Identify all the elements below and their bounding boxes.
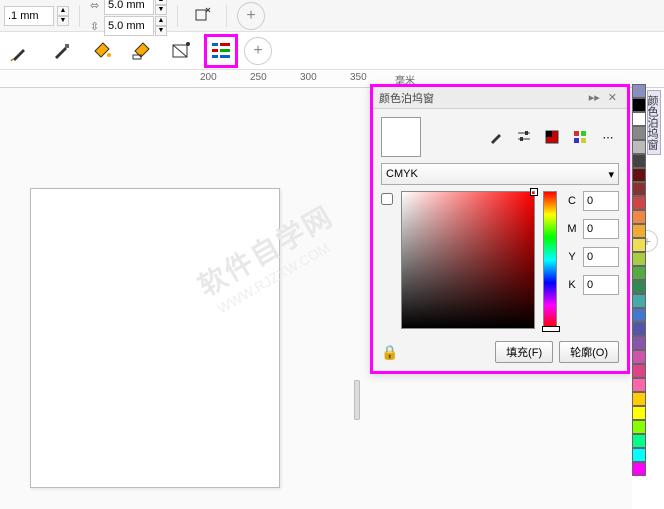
palette-swatch[interactable] (632, 392, 646, 406)
current-color-swatch[interactable] (381, 117, 421, 157)
docker-close-icon[interactable]: ✕ (604, 91, 621, 104)
palette-swatch[interactable] (632, 112, 646, 126)
color-docker-window: 颜色泊坞窗 ▸▸ ✕ ⋯ CMYK ▾ C M Y K 🔒 (370, 84, 630, 374)
palette-swatch[interactable] (632, 252, 646, 266)
color-model-label: CMYK (386, 168, 418, 180)
sv-picker[interactable] (401, 191, 535, 329)
width-icon: ⬄ (90, 0, 102, 12)
sv-handle[interactable] (531, 189, 537, 195)
palette-swatch[interactable] (632, 434, 646, 448)
ruler-tick: 200 (200, 72, 217, 83)
color-model-select[interactable]: CMYK ▾ (381, 163, 619, 185)
separator (79, 5, 80, 27)
interactive-fill-button[interactable] (164, 34, 198, 68)
palette-swatch[interactable] (632, 154, 646, 168)
y-label: Y (565, 251, 579, 263)
palette-swatch[interactable] (632, 378, 646, 392)
eyedropper-fill-button[interactable] (4, 34, 38, 68)
palette-swatch[interactable] (632, 224, 646, 238)
palette-swatch[interactable] (632, 210, 646, 224)
crop-tool-button[interactable] (188, 3, 216, 29)
palette-swatch[interactable] (632, 308, 646, 322)
w-dn[interactable]: ▼ (155, 5, 167, 15)
paintbucket2-button[interactable] (124, 34, 158, 68)
y-input[interactable] (583, 247, 619, 267)
hue-slider[interactable] (543, 191, 557, 329)
splitter-handle[interactable] (354, 380, 360, 420)
color-viewer-icon[interactable] (541, 126, 563, 148)
palette-swatch[interactable] (632, 336, 646, 350)
c-input[interactable] (583, 191, 619, 211)
ruler-tick: 250 (250, 72, 267, 83)
palette-swatch[interactable] (632, 364, 646, 378)
ruler-tick: 350 (350, 72, 367, 83)
k-label: K (565, 279, 579, 291)
palette-swatch[interactable] (632, 266, 646, 280)
docker-title: 颜色泊坞窗 (379, 90, 434, 106)
palette-swatch[interactable] (632, 238, 646, 252)
palette-swatch[interactable] (632, 98, 646, 112)
palette-swatch[interactable] (632, 350, 646, 364)
m-input[interactable] (583, 219, 619, 239)
palette-swatch[interactable] (632, 406, 646, 420)
hue-handle[interactable] (542, 326, 560, 332)
palette-swatch[interactable] (632, 462, 646, 476)
more-options-icon[interactable]: ⋯ (597, 126, 619, 148)
paintbucket1-button[interactable] (84, 34, 118, 68)
separator (226, 5, 227, 27)
separator (177, 5, 178, 27)
palette-swatch[interactable] (632, 84, 646, 98)
outline-down[interactable]: ▼ (57, 16, 69, 26)
palette-swatch[interactable] (632, 126, 646, 140)
palette-swatch[interactable] (632, 196, 646, 210)
palette-swatch[interactable] (632, 140, 646, 154)
eyedropper-icon[interactable] (485, 126, 507, 148)
height-icon: ⇳ (90, 20, 102, 33)
color-docker-tab[interactable]: 颜色泊坞窗 (647, 90, 661, 155)
outline-button[interactable]: 轮廓(O) (559, 341, 619, 363)
sliders-icon[interactable] (513, 126, 535, 148)
palette-swatch[interactable] (632, 182, 646, 196)
lock-icon[interactable]: 🔒 (381, 344, 398, 361)
palette-swatch[interactable] (632, 294, 646, 308)
add-button[interactable]: + (237, 2, 265, 30)
add-tool-button[interactable]: + (244, 37, 272, 65)
palette-swatch[interactable] (632, 420, 646, 434)
chevron-down-icon: ▾ (608, 168, 614, 181)
docker-expand-icon[interactable]: ▸▸ (585, 91, 604, 104)
h-up[interactable]: ▲ (155, 16, 167, 26)
web-safe-checkbox[interactable] (381, 193, 393, 205)
palette-swatch[interactable] (632, 448, 646, 462)
c-label: C (565, 195, 579, 207)
palette-swatch[interactable] (632, 280, 646, 294)
m-label: M (565, 223, 579, 235)
outline-up[interactable]: ▲ (57, 6, 69, 16)
palette-swatch[interactable] (632, 168, 646, 182)
color-palette (632, 84, 646, 476)
palette-swatch[interactable] (632, 322, 646, 336)
ruler-tick: 300 (300, 72, 317, 83)
fill-button[interactable]: 填充(F) (495, 341, 553, 363)
color-docker-button[interactable] (204, 34, 238, 68)
k-input[interactable] (583, 275, 619, 295)
palettes-icon[interactable] (569, 126, 591, 148)
eyedropper-button[interactable] (44, 34, 78, 68)
outline-width-input[interactable] (4, 6, 54, 26)
width-input[interactable] (104, 0, 154, 15)
page (30, 188, 280, 488)
